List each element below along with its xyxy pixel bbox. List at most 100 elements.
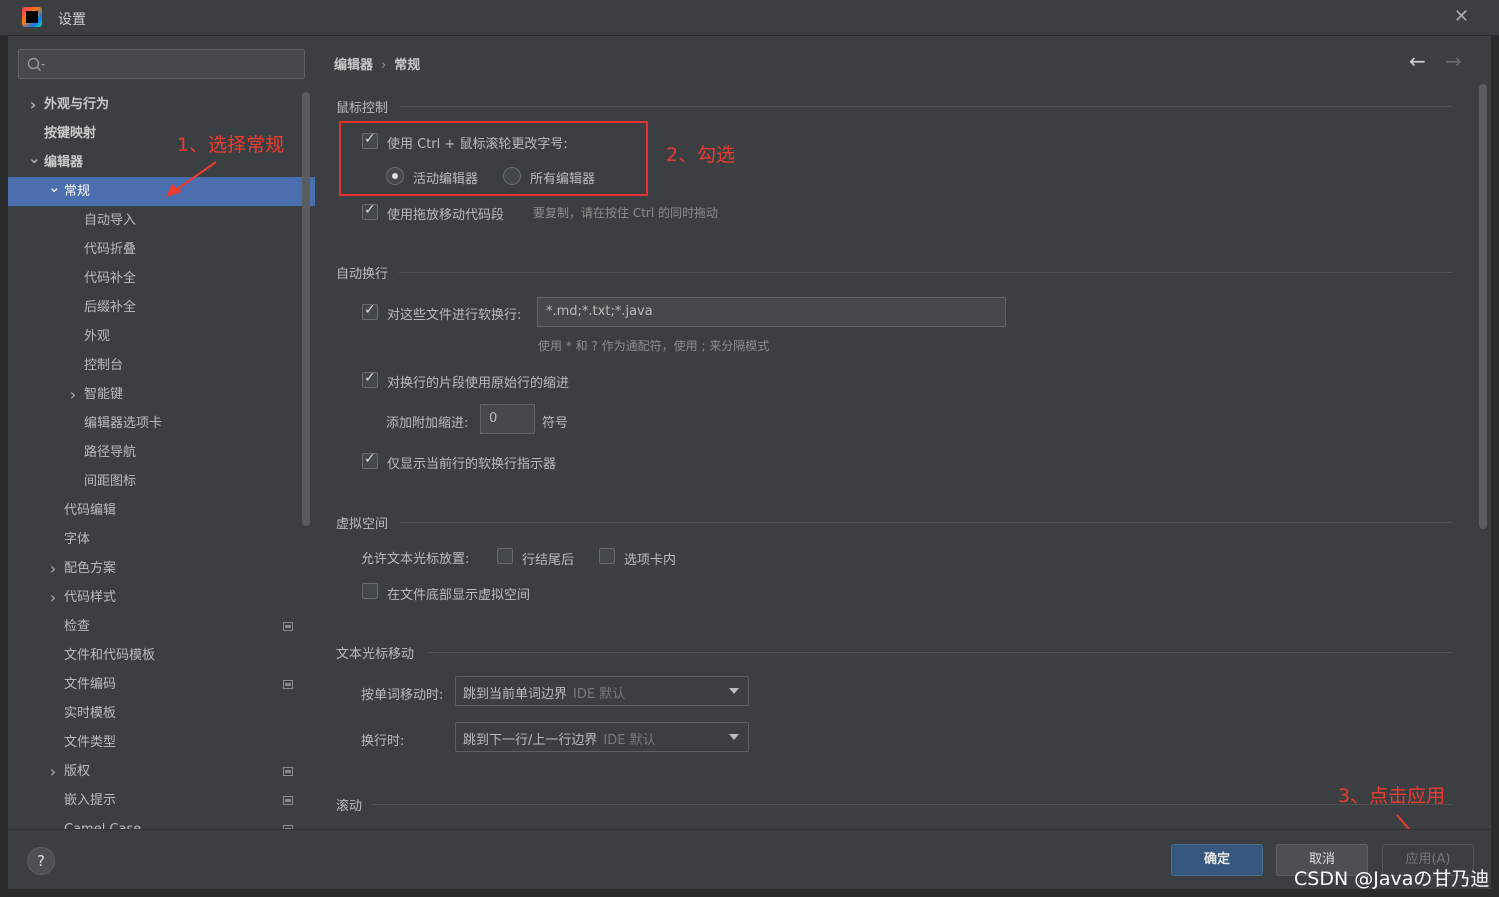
chevron-right-icon[interactable]: › [48, 757, 58, 786]
sidebar-item-label: 文件类型 [64, 735, 117, 750]
close-icon[interactable]: ✕ [1454, 6, 1469, 27]
word-move-label: 按单词移动时: [361, 688, 444, 703]
sidebar-item[interactable]: Camel Case [8, 815, 303, 829]
sidebar-item[interactable]: 间距图标 [8, 467, 303, 496]
settings-tree: › 外观与行为 按键映射 ⌄ 编辑器 ⌄ 常规 自动导入 代码折叠 代码补全 后缀补全 外观 控制台 › 智… [8, 90, 315, 829]
ok-button[interactable]: 确定 [1171, 844, 1263, 876]
content-scrollbar[interactable] [1479, 84, 1487, 529]
sidebar-item[interactable]: › 代码样式 [8, 583, 303, 612]
sidebar-item[interactable]: 代码补全 [8, 264, 303, 293]
soft-wrap-files-input[interactable]: *.md;*.txt;*.java [537, 297, 1006, 327]
sidebar-item[interactable]: › 外观与行为 [8, 90, 303, 119]
word-move-value-text: 跳到当前单词边界 [463, 687, 568, 702]
breadcrumb-parent[interactable]: 编辑器 [334, 58, 373, 73]
section-caret-movement: 文本光标移动 [336, 647, 415, 662]
sidebar-item[interactable]: 文件编码 [8, 670, 303, 699]
word-move-value: 跳到当前单词边界 IDE 默认 [463, 683, 625, 702]
forward-arrow-icon[interactable]: → [1445, 49, 1462, 73]
sidebar-item-label: 常规 [64, 184, 91, 199]
sidebar-item[interactable]: 实时模板 [8, 699, 303, 728]
sidebar-item[interactable]: › 版权 [8, 757, 303, 786]
sidebar-item-label: 代码样式 [64, 590, 117, 605]
search-input[interactable] [49, 54, 299, 74]
extra-indent-label: 添加附加缩进: [386, 416, 469, 431]
chevron-right-icon[interactable]: › [48, 554, 58, 583]
sidebar-item-label: 智能键 [84, 387, 124, 402]
search-icon [27, 57, 45, 71]
inside-tabs-checkbox[interactable] [599, 548, 615, 564]
extra-indent-input[interactable]: 0 [480, 404, 535, 434]
word-move-default: IDE 默认 [573, 687, 626, 702]
sidebar-item-label: Camel Case [64, 815, 141, 829]
sidebar-item[interactable]: › 配色方案 [8, 554, 303, 583]
sidebar-item[interactable]: 文件类型 [8, 728, 303, 757]
sidebar-item-label: 代码补全 [84, 271, 137, 286]
sidebar-item[interactable]: 代码编辑 [8, 496, 303, 525]
chevron-right-icon[interactable]: › [68, 380, 78, 409]
sidebar-item-label: 间距图标 [84, 474, 137, 489]
sidebar-item-label: 字体 [64, 532, 91, 547]
back-arrow-icon[interactable]: ← [1409, 49, 1426, 73]
sidebar-item-label: 文件和代码模板 [64, 648, 156, 663]
chevron-right-icon[interactable]: › [28, 90, 38, 119]
sidebar-item[interactable]: 检查 [8, 612, 303, 641]
sidebar-item-label: 配色方案 [64, 561, 117, 576]
title-bar: 设置 ✕ [0, 0, 1499, 36]
sidebar-item[interactable]: 自动导入 [8, 206, 303, 235]
sidebar-item[interactable]: 嵌入提示 [8, 786, 303, 815]
sidebar-item-label: 文件编码 [64, 677, 117, 692]
window-edge [1491, 36, 1499, 897]
current-line-indicator-checkbox[interactable] [362, 451, 378, 469]
annotation-highlight-box [339, 121, 648, 196]
breadcrumb-current: 常规 [394, 58, 421, 73]
virtual-space-bottom-checkbox[interactable] [362, 583, 378, 599]
sidebar-item[interactable]: 控制台 [8, 351, 303, 380]
intellij-logo-icon [22, 7, 42, 27]
line-move-value: 跳到下一行/上一行边界 IDE 默认 [463, 729, 656, 748]
current-line-indicator-label: 仅显示当前行的软换行指示器 [387, 457, 557, 472]
after-eol-checkbox[interactable] [497, 548, 513, 564]
section-virtual-space: 虚拟空间 [336, 517, 389, 532]
sidebar-item-label: 自动导入 [84, 213, 137, 228]
sidebar-item[interactable]: 代码折叠 [8, 235, 303, 264]
sidebar-item-label: 后缀补全 [84, 300, 137, 315]
breadcrumb: 编辑器 › 常规 [334, 54, 420, 73]
annotation-step2: 2、勾选 [666, 144, 736, 166]
sidebar-item-label: 嵌入提示 [64, 793, 117, 808]
section-soft-wrap: 自动换行 [336, 267, 389, 282]
sidebar-item[interactable]: 文件和代码模板 [8, 641, 303, 670]
original-indent-checkbox[interactable] [362, 370, 378, 388]
help-icon[interactable]: ? [27, 847, 55, 875]
window-edge [0, 889, 1499, 897]
sidebar-item[interactable]: 路径导航 [8, 438, 303, 467]
sidebar-item-label: 外观 [84, 329, 111, 344]
original-indent-label: 对换行的片段使用原始行的缩进 [387, 376, 570, 391]
line-move-select[interactable]: 跳到下一行/上一行边界 IDE 默认 [455, 722, 749, 752]
sidebar-item[interactable]: 编辑器选项卡 [8, 409, 303, 438]
drag-move-checkbox[interactable] [362, 202, 378, 220]
search-field[interactable] [18, 49, 305, 79]
word-move-select[interactable]: 跳到当前单词边界 IDE 默认 [455, 676, 749, 706]
chevron-right-icon[interactable]: › [48, 583, 58, 612]
sidebar-item[interactable]: 字体 [8, 525, 303, 554]
dialog-footer: ? 确定 取消 应用(A) [8, 829, 1491, 889]
sidebar-scrollbar[interactable] [302, 92, 310, 526]
annotation-step1: 1、选择常规 [177, 134, 285, 156]
section-divider [371, 804, 1453, 805]
sidebar-item-label: 实时模板 [64, 706, 117, 721]
annotation-arrow-1 [166, 161, 217, 197]
sidebar-item[interactable]: › 智能键 [8, 380, 303, 409]
sidebar-item-label: 代码折叠 [84, 242, 137, 257]
inside-tabs-label: 选项卡内 [624, 553, 677, 568]
breadcrumb-separator: › [381, 58, 387, 73]
sidebar-item[interactable]: 后缀补全 [8, 293, 303, 322]
line-move-value-text: 跳到下一行/上一行边界 [463, 733, 598, 748]
section-divider [399, 272, 1453, 273]
virtual-space-bottom-label: 在文件底部显示虚拟空间 [387, 588, 531, 603]
sidebar-item[interactable]: 外观 [8, 322, 303, 351]
section-divider [399, 522, 1453, 523]
soft-wrap-files-checkbox[interactable] [362, 302, 378, 320]
chevron-down-icon[interactable]: ⌄ [28, 144, 41, 173]
chevron-down-icon[interactable]: ⌄ [48, 173, 61, 202]
sidebar-item-label: 控制台 [84, 358, 124, 373]
